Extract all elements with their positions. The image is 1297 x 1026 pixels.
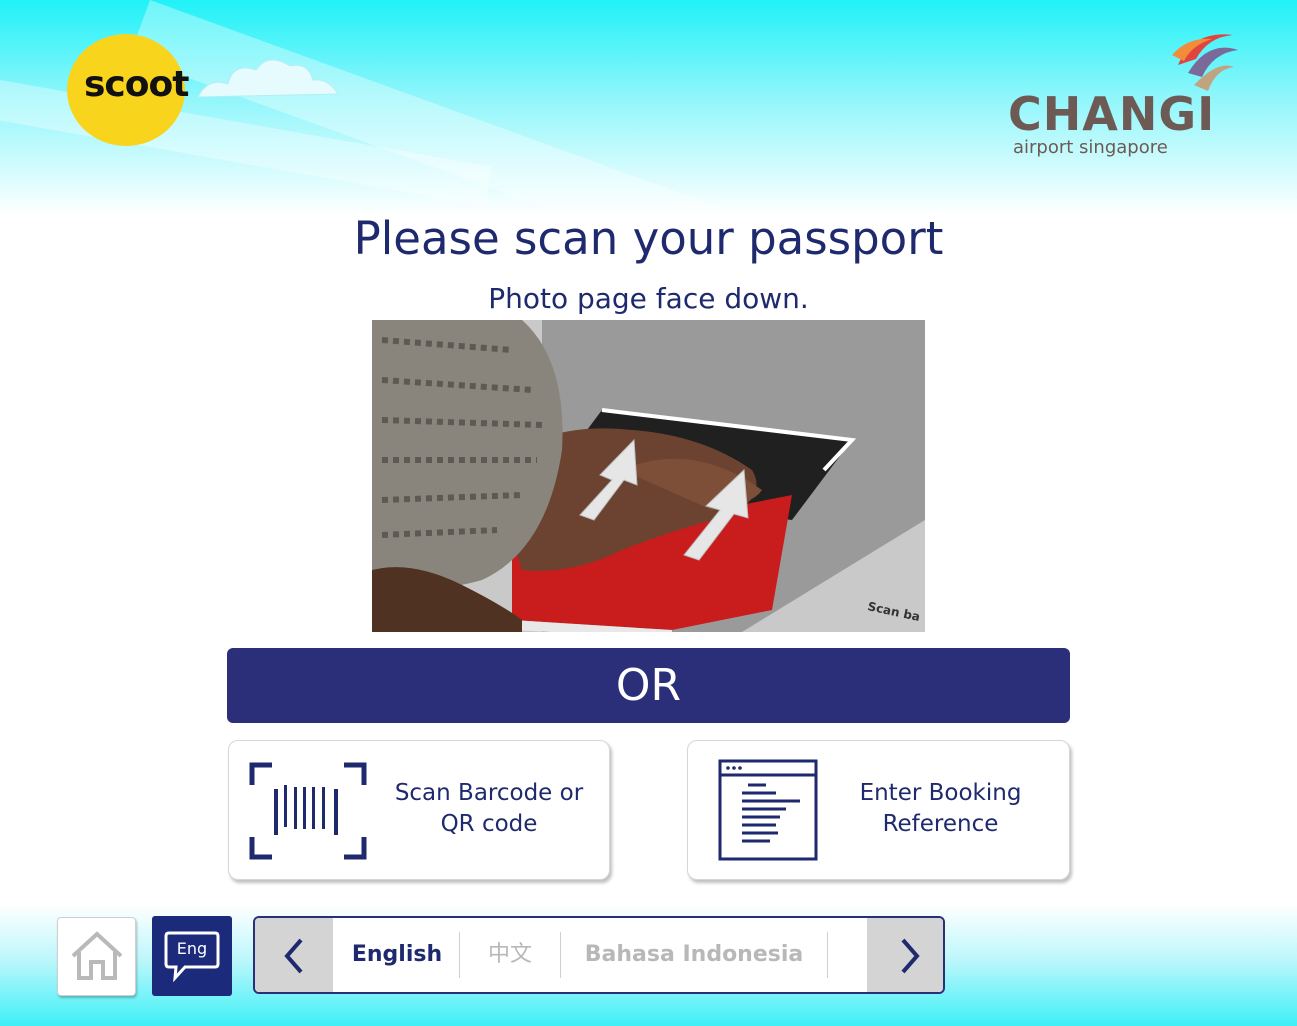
- passport-scan-illustration: Scan ba: [372, 320, 925, 632]
- language-next-button[interactable]: [867, 918, 943, 992]
- changi-wordmark: CHANGI: [1008, 87, 1216, 141]
- language-selector: English 中文 Bahasa Indonesia: [253, 916, 945, 994]
- enter-booking-label: Enter Booking Reference: [838, 778, 1043, 840]
- changi-logo: CHANGI airport singapore: [1008, 25, 1248, 165]
- cloud-icon: [198, 59, 339, 98]
- or-divider: OR: [227, 648, 1070, 723]
- language-option-english[interactable]: English: [335, 918, 459, 992]
- scan-barcode-button[interactable]: Scan Barcode or QR code: [228, 740, 610, 880]
- page-title: Please scan your passport: [353, 212, 944, 265]
- enter-booking-label-line1: Enter Booking: [859, 780, 1022, 806]
- language-option-bahasa-indonesia[interactable]: Bahasa Indonesia: [561, 918, 827, 992]
- scan-barcode-label-line2: QR code: [440, 811, 538, 837]
- document-icon: [718, 759, 818, 861]
- chevron-right-icon: [901, 938, 920, 974]
- header: scoot CHANGI airport singapore: [0, 0, 1297, 215]
- home-icon: [71, 931, 123, 980]
- scoot-logo-text: scoot: [84, 64, 189, 105]
- language-button[interactable]: Eng: [152, 916, 232, 996]
- enter-booking-reference-button[interactable]: Enter Booking Reference: [687, 740, 1070, 880]
- passport-scan-photo: Scan ba: [372, 320, 925, 632]
- enter-booking-label-line2: Reference: [882, 811, 999, 837]
- scan-barcode-label-line1: Scan Barcode or: [394, 780, 584, 806]
- chevron-left-icon: [284, 938, 303, 974]
- barcode-icon: [249, 762, 367, 860]
- language-button-label: Eng: [176, 939, 208, 958]
- changi-subtext: airport singapore: [1013, 137, 1168, 158]
- language-option-chinese[interactable]: 中文: [460, 918, 560, 992]
- page-subtitle: Photo page face down.: [488, 282, 809, 315]
- changi-swirl-icon: [1172, 34, 1238, 91]
- language-separator: [827, 932, 828, 978]
- language-prev-button[interactable]: [255, 918, 333, 992]
- home-button[interactable]: [57, 917, 136, 996]
- scan-barcode-label: Scan Barcode or QR code: [379, 778, 599, 840]
